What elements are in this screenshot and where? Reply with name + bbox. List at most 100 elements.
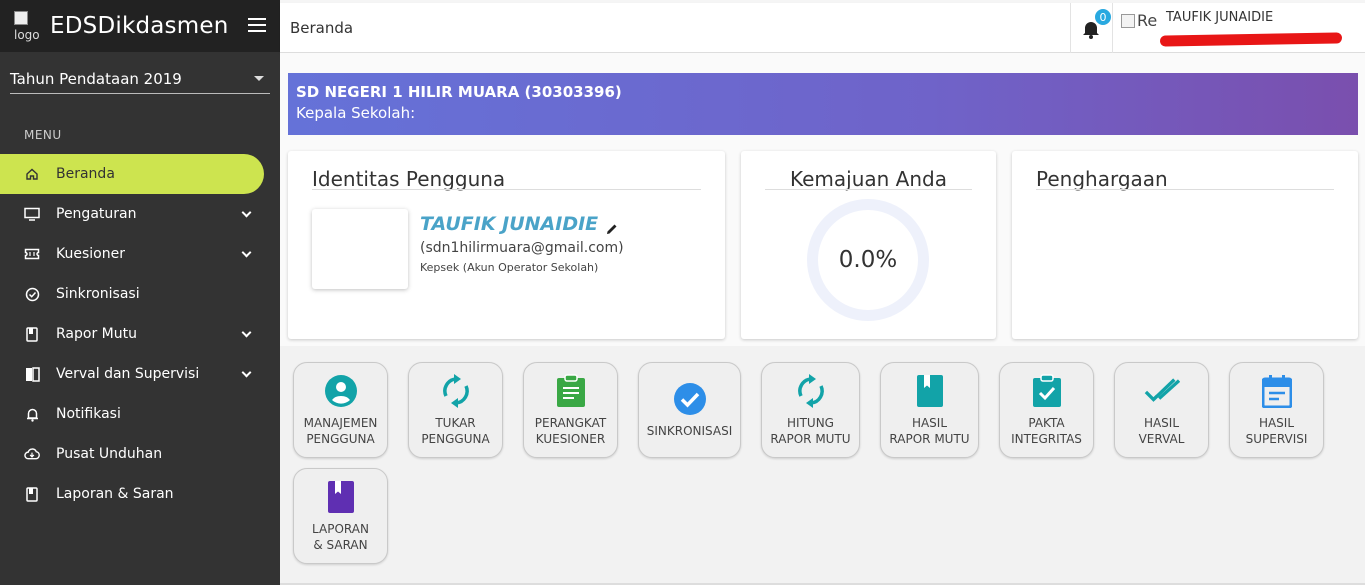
ticket-icon xyxy=(24,246,40,262)
sidebar-item-notifikasi[interactable]: Notifikasi xyxy=(0,394,280,434)
divider xyxy=(1070,3,1071,53)
notification-badge: 0 xyxy=(1094,8,1112,26)
sidebar-item-pusat-unduhan[interactable]: Pusat Unduhan xyxy=(0,434,280,474)
logo[interactable]: logo xyxy=(14,11,46,41)
school-name: SD NEGERI 1 HILIR MUARA (30303396) xyxy=(296,83,622,101)
tile-label: HASIL VERVAL xyxy=(1138,416,1185,446)
calendar-icon xyxy=(1259,373,1295,409)
sidebar-item-label: Laporan & Saran xyxy=(56,486,174,502)
sidebar-item-label: Rapor Mutu xyxy=(56,326,137,342)
progress-card: Kemajuan Anda 0.0% xyxy=(741,151,996,339)
profile-name: TAUFIK JUNAIDIE xyxy=(420,213,618,235)
divider xyxy=(1112,3,1113,53)
check-circle-icon xyxy=(672,381,708,417)
tile-hasil-rapor-mutu[interactable]: HASIL RAPOR MUTU xyxy=(880,362,979,458)
home-icon xyxy=(24,166,40,182)
sidebar-item-verval-supervisi[interactable]: Verval dan Supervisi xyxy=(0,354,280,394)
avatar[interactable]: Re xyxy=(1121,11,1157,30)
tile-perangkat-kuesioner[interactable]: PERANGKAT KUESIONER xyxy=(523,362,618,458)
card-title: Penghargaan xyxy=(1036,167,1168,191)
chevron-down-icon xyxy=(241,367,252,378)
tile-tukar-pengguna[interactable]: TUKAR PENGGUNA xyxy=(408,362,503,458)
profile-photo xyxy=(312,209,408,289)
shortcut-tiles: MANAJEMEN PENGGUNA TUKAR PENGGUNA PERANG… xyxy=(280,346,1365,585)
award-card: Penghargaan xyxy=(1012,151,1358,339)
profile-role: Kepsek (Akun Operator Sekolah) xyxy=(420,261,599,274)
progress-value: 0.0% xyxy=(838,247,898,273)
tile-laporan-saran[interactable]: LAPORAN & SARAN xyxy=(293,468,388,564)
menu-heading: MENU xyxy=(24,128,62,142)
sidebar-item-label: Kuesioner xyxy=(56,246,125,262)
tile-hasil-supervisi[interactable]: HASIL SUPERVISI xyxy=(1229,362,1324,458)
tile-label: MANAJEMEN PENGGUNA xyxy=(303,416,378,446)
tile-label: PERANGKAT KUESIONER xyxy=(534,416,607,446)
clipboard-check-icon xyxy=(1029,373,1065,409)
bell-icon xyxy=(24,406,40,422)
top-bar: Beranda 0 Re TAUFIK JUNAIDIE xyxy=(280,3,1365,53)
broken-image-icon xyxy=(1121,13,1135,28)
tile-label: PAKTA INTEGRITAS xyxy=(1011,416,1082,446)
banner-role: Kepala Sekolah: xyxy=(296,104,416,122)
caret-down-icon xyxy=(254,76,264,81)
chevron-down-icon xyxy=(241,327,252,338)
main-content: SD NEGERI 1 HILIR MUARA (30303396) Kepal… xyxy=(280,53,1365,585)
book-icon xyxy=(24,326,40,342)
profile-name-text: TAUFIK JUNAIDIE xyxy=(420,213,599,235)
sidebar: logo EDSDikdasmen Tahun Pendataan 2019 M… xyxy=(0,0,280,585)
book-icon xyxy=(24,486,40,502)
school-banner: SD NEGERI 1 HILIR MUARA (30303396) Kepal… xyxy=(288,73,1358,135)
profile-email: (sdn1hilirmuara@gmail.com) xyxy=(420,240,624,256)
brand-title[interactable]: EDSDikdasmen xyxy=(50,13,228,39)
chevron-down-icon xyxy=(241,247,252,258)
username[interactable]: TAUFIK JUNAIDIE xyxy=(1166,10,1273,25)
sidebar-menu: Beranda Pengaturan Kuesioner Sinkronisas… xyxy=(0,154,280,514)
double-check-icon xyxy=(1144,373,1180,409)
card-title: Kemajuan Anda xyxy=(790,167,947,191)
book-icon xyxy=(912,373,948,409)
logo-alt-text: logo xyxy=(14,28,40,42)
tile-pakta-integritas[interactable]: PAKTA INTEGRITAS xyxy=(999,362,1094,458)
edit-pencil-icon[interactable] xyxy=(606,218,618,234)
sidebar-item-rapor-mutu[interactable]: Rapor Mutu xyxy=(0,314,280,354)
tile-sinkronisasi[interactable]: SINKRONISASI xyxy=(638,362,741,458)
tile-hitung-rapor-mutu[interactable]: HITUNG RAPOR MUTU xyxy=(761,362,860,458)
sidebar-item-label: Beranda xyxy=(56,166,115,182)
sidebar-item-laporan-saran[interactable]: Laporan & Saran xyxy=(0,474,280,514)
breadcrumb: Beranda xyxy=(290,19,354,37)
sync-icon xyxy=(438,373,474,409)
brand-bar: logo EDSDikdasmen xyxy=(0,0,280,52)
book-icon xyxy=(323,479,359,515)
tile-label: HASIL RAPOR MUTU xyxy=(889,416,970,446)
tile-label: LAPORAN & SARAN xyxy=(312,522,369,552)
clipboard-icon xyxy=(553,373,589,409)
broken-image-icon xyxy=(14,11,28,25)
sidebar-item-label: Pengaturan xyxy=(56,206,137,222)
card-title: Identitas Pengguna xyxy=(312,167,506,191)
year-select-value: Tahun Pendataan 2019 xyxy=(10,69,182,88)
hamburger-menu-icon[interactable] xyxy=(248,18,266,32)
sidebar-item-label: Pusat Unduhan xyxy=(56,446,163,462)
tile-label: TUKAR PENGGUNA xyxy=(421,416,490,446)
tile-manajemen-pengguna[interactable]: MANAJEMEN PENGGUNA xyxy=(293,362,388,458)
progress-ring: 0.0% xyxy=(807,199,929,321)
divider xyxy=(1036,189,1334,190)
sidebar-item-label: Notifikasi xyxy=(56,406,121,422)
sidebar-item-beranda[interactable]: Beranda xyxy=(0,154,264,194)
avatar-alt-text: Re xyxy=(1137,11,1158,30)
account-circle-icon xyxy=(323,373,359,409)
divider xyxy=(765,189,972,190)
tile-label: SINKRONISASI xyxy=(646,424,733,438)
cloud-download-icon xyxy=(24,446,40,462)
chevron-down-icon xyxy=(241,207,252,218)
sidebar-item-kuesioner[interactable]: Kuesioner xyxy=(0,234,280,274)
check-circle-icon xyxy=(24,286,40,302)
tile-label: HITUNG RAPOR MUTU xyxy=(770,416,851,446)
year-select[interactable]: Tahun Pendataan 2019 xyxy=(10,64,270,94)
sidebar-item-pengaturan[interactable]: Pengaturan xyxy=(0,194,280,234)
tile-hasil-verval[interactable]: HASIL VERVAL xyxy=(1114,362,1209,458)
tile-label: HASIL SUPERVISI xyxy=(1245,416,1308,446)
sidebar-item-sinkronisasi[interactable]: Sinkronisasi xyxy=(0,274,280,314)
divider xyxy=(312,189,701,190)
book-open-icon xyxy=(24,366,40,382)
redaction-mark xyxy=(1159,32,1343,47)
